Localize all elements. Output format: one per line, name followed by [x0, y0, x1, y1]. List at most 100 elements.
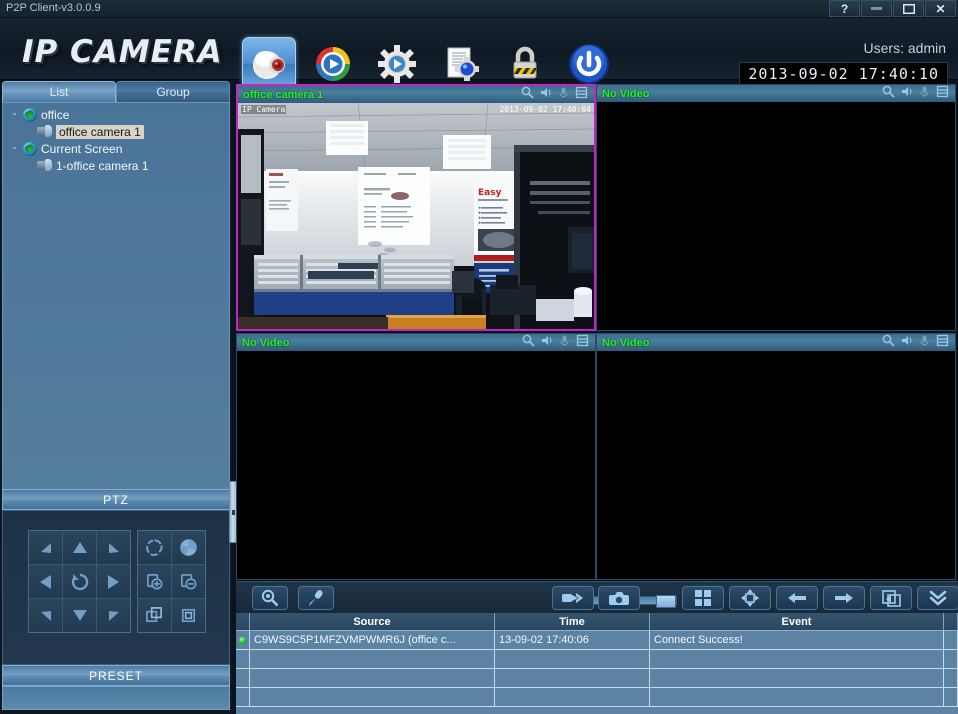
- row-extra: [944, 631, 958, 649]
- table-row[interactable]: [236, 650, 958, 669]
- video-panel-stream[interactable]: [237, 351, 595, 579]
- col-source[interactable]: Source: [250, 613, 495, 630]
- tree-node-office[interactable]: - office: [3, 106, 229, 123]
- video-panel-title: office camera 1: [243, 88, 324, 101]
- tab-group[interactable]: Group: [116, 81, 230, 102]
- table-row[interactable]: C9WS9C5P1MFZVMPWMR6J (office c... 13-09-…: [236, 631, 958, 650]
- video-panel-3[interactable]: No Video: [236, 333, 596, 580]
- row-extra: [944, 650, 958, 668]
- video-panel-4[interactable]: No Video: [596, 333, 956, 580]
- microphone-icon[interactable]: [918, 334, 931, 352]
- video-panel-icons: [522, 334, 595, 352]
- playback-icon[interactable]: [306, 37, 360, 91]
- microphone-icon[interactable]: [558, 334, 571, 352]
- col-time[interactable]: Time: [495, 613, 650, 630]
- layout-quad-button[interactable]: [682, 586, 724, 610]
- video-panel-stream[interactable]: Easy IP Camera 2013-09-02 17:40:04: [238, 103, 594, 329]
- previous-page-button[interactable]: [776, 586, 818, 610]
- row-event: [650, 650, 944, 668]
- iris-open-icon[interactable]: [138, 531, 171, 564]
- talk-microphone-button[interactable]: [298, 586, 334, 610]
- video-panel-1[interactable]: office camera 1 Easy IP Camera 2013-09-0…: [236, 84, 596, 331]
- fullscreen-button[interactable]: [729, 586, 771, 610]
- svg-text:Easy: Easy: [478, 188, 502, 198]
- video-panel-title: No Video: [602, 87, 650, 100]
- app-window: P2P Client-v3.0.0.9 ? ✕ IP CAMERA Users:…: [0, 0, 958, 714]
- focus-far-icon[interactable]: [172, 565, 205, 598]
- manual-record-button[interactable]: [552, 586, 594, 610]
- globe-icon: [23, 141, 37, 156]
- zoom-in-icon[interactable]: [138, 599, 171, 632]
- ptz-up-left[interactable]: [29, 531, 62, 564]
- tree-node-label: 1-office camera 1: [56, 158, 149, 173]
- table-row[interactable]: [236, 688, 958, 707]
- ptz-zoom-icon[interactable]: [882, 334, 895, 352]
- ptz-down[interactable]: [63, 599, 96, 632]
- video-osd-name: IP Camera: [241, 105, 287, 114]
- ptz-left[interactable]: [29, 565, 62, 598]
- video-panel-stream[interactable]: [597, 102, 955, 330]
- volume-slider-thumb[interactable]: [656, 595, 676, 608]
- ptz-auto-scan[interactable]: [63, 565, 96, 598]
- record-frames-icon[interactable]: [936, 334, 949, 352]
- window-title: P2P Client-v3.0.0.9: [6, 2, 101, 14]
- ptz-up[interactable]: [63, 531, 96, 564]
- record-frames-icon[interactable]: [936, 85, 949, 103]
- audio-speaker-icon[interactable]: [540, 334, 553, 352]
- ptz-header[interactable]: PTZ: [2, 489, 230, 510]
- audio-speaker-icon[interactable]: [900, 85, 913, 103]
- record-frames-icon[interactable]: [576, 334, 589, 352]
- tab-list[interactable]: List: [2, 81, 116, 102]
- lock-icon[interactable]: [498, 37, 552, 91]
- video-panel-2[interactable]: No Video: [596, 84, 956, 331]
- expander-icon[interactable]: -: [9, 108, 20, 120]
- preset-header[interactable]: PRESET: [2, 665, 230, 686]
- row-status-dot: [236, 688, 250, 706]
- camera-icon[interactable]: [242, 37, 296, 91]
- ptz-function-pad: [137, 530, 206, 633]
- digital-zoom-button[interactable]: [252, 586, 288, 610]
- sidebar-tabs: List Group: [2, 81, 230, 102]
- ptz-zoom-icon[interactable]: [882, 85, 895, 103]
- bottom-toolbar: [236, 581, 958, 613]
- audio-speaker-icon[interactable]: [900, 334, 913, 352]
- focus-near-icon[interactable]: [138, 565, 171, 598]
- record-frames-icon[interactable]: [575, 86, 588, 104]
- microphone-icon[interactable]: [918, 85, 931, 103]
- maximize-button[interactable]: [893, 0, 924, 17]
- microphone-icon[interactable]: [557, 86, 570, 104]
- power-icon[interactable]: [562, 37, 616, 91]
- settings-gear-icon[interactable]: [370, 37, 424, 91]
- collapse-panel-button[interactable]: [917, 586, 958, 610]
- expander-icon[interactable]: -: [9, 142, 20, 154]
- row-source: [250, 669, 495, 687]
- ptz-down-left[interactable]: [29, 599, 62, 632]
- ptz-up-right[interactable]: [97, 531, 130, 564]
- row-time: [495, 688, 650, 706]
- log-config-icon[interactable]: [434, 37, 488, 91]
- snapshot-button[interactable]: [598, 586, 640, 610]
- tour-cycle-button[interactable]: [870, 586, 912, 610]
- minimize-button[interactable]: [861, 0, 892, 17]
- tree-node-current-screen[interactable]: - Current Screen: [3, 140, 229, 157]
- ptz-zoom-icon[interactable]: [522, 334, 535, 352]
- close-button[interactable]: ✕: [925, 0, 956, 17]
- tree-node-label: office camera 1: [56, 124, 144, 139]
- zoom-out-icon[interactable]: [172, 599, 205, 632]
- ptz-down-right[interactable]: [97, 599, 130, 632]
- row-event: Connect Success!: [650, 631, 944, 649]
- table-row[interactable]: [236, 669, 958, 688]
- ptz-right[interactable]: [97, 565, 130, 598]
- col-status[interactable]: [236, 613, 250, 630]
- audio-speaker-icon[interactable]: [539, 86, 552, 104]
- preset-panel[interactable]: [2, 686, 230, 710]
- ptz-zoom-icon[interactable]: [521, 86, 534, 104]
- video-panel-stream[interactable]: [597, 351, 955, 579]
- next-page-button[interactable]: [823, 586, 865, 610]
- tree-node-office-camera-1[interactable]: office camera 1: [3, 123, 229, 140]
- col-extra[interactable]: [944, 613, 958, 630]
- col-event[interactable]: Event: [650, 613, 944, 630]
- help-button[interactable]: ?: [829, 0, 860, 17]
- iris-close-icon[interactable]: [172, 531, 205, 564]
- tree-node-screen-camera-1[interactable]: 1-office camera 1: [3, 157, 229, 174]
